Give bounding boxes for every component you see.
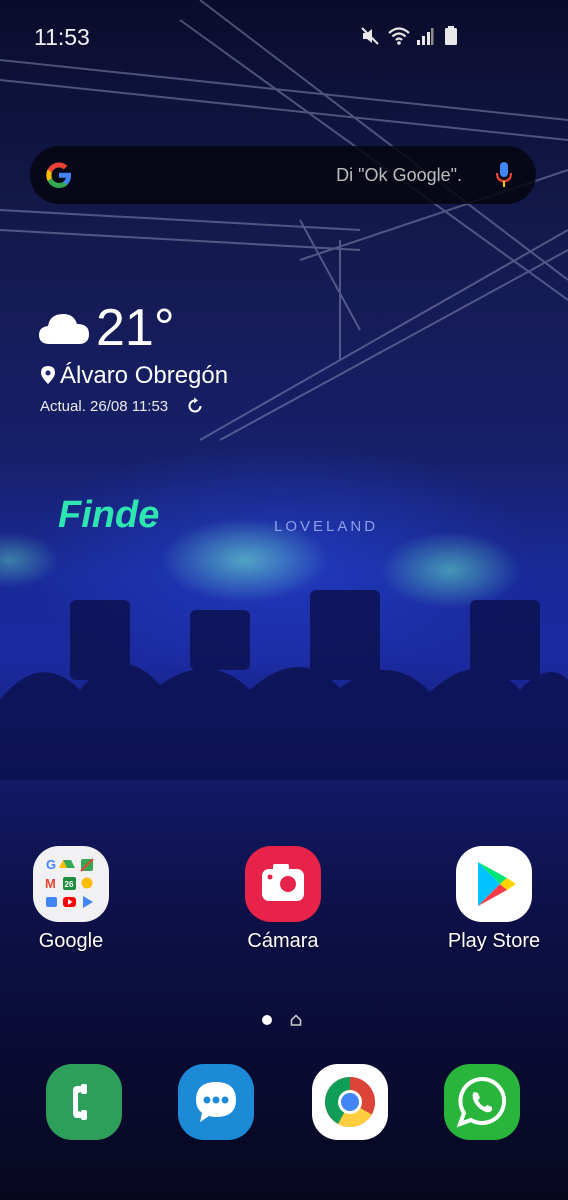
app-label-camera: Cámara: [247, 930, 319, 952]
location-pin-icon: [41, 366, 55, 384]
google-g-icon: [46, 162, 71, 188]
app-play-store[interactable]: Play Store: [424, 846, 564, 953]
cloud-icon: [39, 314, 89, 344]
app-camera[interactable]: Cámara: [213, 846, 353, 953]
whatsapp-icon: [456, 1076, 507, 1128]
messages-icon: [196, 1082, 236, 1122]
mute-icon: [360, 26, 380, 46]
status-bar: 11:53: [0, 0, 568, 72]
status-clock: 11:53: [34, 24, 90, 50]
app-label-play-store: Play Store: [447, 930, 541, 952]
app-label-google: Google: [38, 930, 104, 952]
chrome-icon: [325, 1077, 375, 1128]
mic-icon[interactable]: [494, 160, 514, 190]
dock-phone[interactable]: [46, 1064, 122, 1140]
svg-text:M: M: [45, 876, 56, 891]
svg-text:26: 26: [65, 880, 74, 889]
phone-icon: [73, 1084, 87, 1120]
wallpaper-banner: Finde: [58, 494, 160, 536]
home-page-icon: [290, 1014, 302, 1026]
wallpaper-sub-banner: LOVELAND: [274, 518, 379, 535]
search-placeholder: Di "Ok Google".: [336, 165, 462, 185]
app-google-folder[interactable]: G M 26 Google: [1, 846, 141, 953]
weather-location: Álvaro Obregón: [60, 362, 229, 389]
signal-icon: [416, 26, 436, 46]
dock-whatsapp[interactable]: [444, 1064, 520, 1140]
page-indicator[interactable]: [262, 1014, 302, 1026]
weather-widget[interactable]: 21° Álvaro Obregón Actual. 26/08 11:53: [38, 300, 298, 420]
battery-icon: [444, 26, 464, 46]
dock-chrome[interactable]: [312, 1064, 388, 1140]
page-dot-current: [262, 1015, 272, 1025]
weather-updated: Actual. 26/08 11:53: [40, 398, 169, 415]
dock-messages[interactable]: [178, 1064, 254, 1140]
wifi-icon: [388, 26, 410, 46]
crowd-silhouette: [0, 590, 568, 780]
weather-temperature: 21°: [96, 299, 175, 357]
svg-text:G: G: [46, 857, 56, 872]
refresh-icon[interactable]: [186, 397, 204, 415]
google-search-bar[interactable]: Di "Ok Google".: [30, 146, 536, 204]
play-store-icon: [456, 846, 532, 922]
google-folder-icon: G M 26: [33, 846, 109, 922]
camera-icon: [245, 846, 321, 922]
